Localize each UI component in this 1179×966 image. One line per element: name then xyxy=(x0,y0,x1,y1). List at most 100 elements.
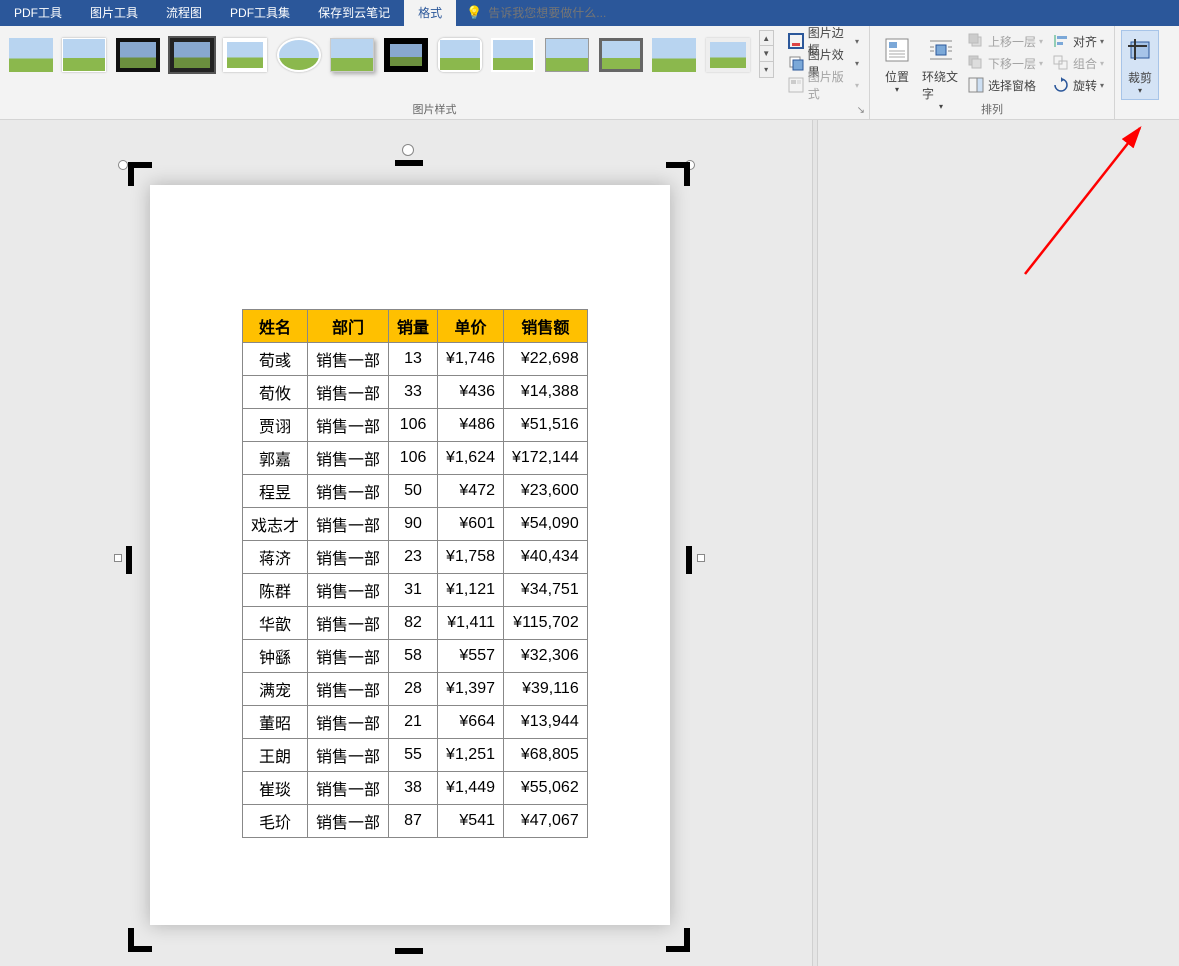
tab-pdf-toolset[interactable]: PDF工具集 xyxy=(216,0,304,26)
crop-side-top[interactable] xyxy=(395,160,423,166)
table-cell: 销售一部 xyxy=(308,607,389,640)
send-backward-button[interactable]: 下移一层 ▾ xyxy=(964,52,1047,74)
crop-button[interactable]: 裁剪 ▾ xyxy=(1121,30,1159,100)
table-cell: 销售一部 xyxy=(308,805,389,838)
tab-flowchart[interactable]: 流程图 xyxy=(152,0,216,26)
crop-corner-tl[interactable] xyxy=(128,162,152,186)
selection-handle-left[interactable] xyxy=(114,554,122,562)
tab-save-cloud-note[interactable]: 保存到云笔记 xyxy=(304,0,404,26)
table-cell: 销售一部 xyxy=(308,640,389,673)
table-row: 陈群销售一部31¥1,121¥34,751 xyxy=(243,574,588,607)
table-cell: 23 xyxy=(389,541,438,574)
table-cell: ¥115,702 xyxy=(503,607,587,640)
group-objects-button[interactable]: 组合 ▾ xyxy=(1049,52,1108,74)
rotate-button[interactable]: 旋转 ▾ xyxy=(1049,74,1108,96)
group-launcher-styles[interactable]: ↘ xyxy=(857,105,865,116)
style-thumb-11[interactable] xyxy=(542,30,592,80)
table-cell: 钟繇 xyxy=(243,640,308,673)
crop-corner-bl[interactable] xyxy=(128,928,152,952)
style-thumb-12[interactable] xyxy=(596,30,646,80)
table-cell: ¥1,758 xyxy=(438,541,504,574)
selection-pane-button[interactable]: 选择窗格 xyxy=(964,74,1047,96)
th-name: 姓名 xyxy=(243,310,308,343)
table-cell: 31 xyxy=(389,574,438,607)
rotate-handle[interactable] xyxy=(402,144,414,156)
align-button[interactable]: 对齐 ▾ xyxy=(1049,30,1108,52)
table-cell: ¥40,434 xyxy=(503,541,587,574)
th-qty: 销量 xyxy=(389,310,438,343)
th-price: 单价 xyxy=(438,310,504,343)
dropdown-icon: ▾ xyxy=(1039,59,1043,68)
picture-styles-gallery: ▲ ▼ ▾ 图片边框 ▾ 图片效果 ▾ xyxy=(6,30,863,96)
table-cell: ¥172,144 xyxy=(503,442,587,475)
selection-handle-ml[interactable] xyxy=(118,160,128,170)
table-row: 贾诩销售一部106¥486¥51,516 xyxy=(243,409,588,442)
table-cell: 58 xyxy=(389,640,438,673)
crop-corner-tr[interactable] xyxy=(666,162,690,186)
bring-forward-label: 上移一层 xyxy=(988,33,1036,50)
table-row: 戏志才销售一部90¥601¥54,090 xyxy=(243,508,588,541)
dropdown-icon: ▾ xyxy=(855,37,859,46)
style-thumb-2[interactable] xyxy=(60,30,110,80)
tell-me-input[interactable] xyxy=(488,6,668,20)
style-thumb-6[interactable] xyxy=(274,30,324,80)
group-arrange: 位置 ▾ 环绕文字 ▾ 上移一层 ▾ 下移一层 ▾ xyxy=(870,26,1115,119)
rotate-label: 旋转 xyxy=(1073,77,1097,94)
crop-corner-br[interactable] xyxy=(666,928,690,952)
document-page[interactable]: 姓名 部门 销量 单价 销售额 荀彧销售一部13¥1,746¥22,698荀攸销… xyxy=(150,185,670,925)
tab-format[interactable]: 格式 xyxy=(404,0,456,26)
table-cell: ¥1,624 xyxy=(438,442,504,475)
gallery-more-button[interactable]: ▾ xyxy=(759,62,774,78)
tab-pdf-tools[interactable]: PDF工具 xyxy=(0,0,76,26)
panel-divider[interactable] xyxy=(812,120,818,966)
table-cell: ¥47,067 xyxy=(503,805,587,838)
table-row: 崔琰销售一部38¥1,449¥55,062 xyxy=(243,772,588,805)
table-cell: ¥1,121 xyxy=(438,574,504,607)
table-cell: ¥541 xyxy=(438,805,504,838)
dropdown-icon: ▾ xyxy=(855,59,859,68)
dropdown-icon: ▾ xyxy=(1100,37,1104,46)
table-cell: ¥54,090 xyxy=(503,508,587,541)
dropdown-icon: ▾ xyxy=(1100,59,1104,68)
style-thumb-3[interactable] xyxy=(113,30,163,80)
table-cell: 21 xyxy=(389,706,438,739)
crop-side-bottom[interactable] xyxy=(395,948,423,954)
table-cell: 销售一部 xyxy=(308,772,389,805)
table-cell: ¥436 xyxy=(438,376,504,409)
table-row: 王朗销售一部55¥1,251¥68,805 xyxy=(243,739,588,772)
tab-image-tools[interactable]: 图片工具 xyxy=(76,0,152,26)
table-cell: 销售一部 xyxy=(308,706,389,739)
table-cell: ¥51,516 xyxy=(503,409,587,442)
style-thumb-14[interactable] xyxy=(703,30,753,80)
menu-bar: PDF工具 图片工具 流程图 PDF工具集 保存到云笔记 格式 💡 xyxy=(0,0,1179,26)
th-sales: 销售额 xyxy=(503,310,587,343)
table-row: 满宠销售一部28¥1,397¥39,116 xyxy=(243,673,588,706)
crop-side-left[interactable] xyxy=(126,546,132,574)
dropdown-icon: ▾ xyxy=(895,85,899,94)
style-thumb-7[interactable] xyxy=(328,30,378,80)
tell-me-search[interactable]: 💡 xyxy=(466,5,668,21)
align-label: 对齐 xyxy=(1073,33,1097,50)
bring-forward-button[interactable]: 上移一层 ▾ xyxy=(964,30,1047,52)
table-row: 董昭销售一部21¥664¥13,944 xyxy=(243,706,588,739)
style-thumb-8[interactable] xyxy=(381,30,431,80)
position-label: 位置 xyxy=(885,68,909,85)
style-thumb-5[interactable] xyxy=(220,30,270,80)
selection-pane-label: 选择窗格 xyxy=(988,77,1036,94)
table-cell: ¥1,397 xyxy=(438,673,504,706)
picture-layout-button[interactable]: 图片版式 ▾ xyxy=(784,74,863,96)
selection-handle-right[interactable] xyxy=(697,554,705,562)
ribbon: ▲ ▼ ▾ 图片边框 ▾ 图片效果 ▾ xyxy=(0,26,1179,120)
table-cell: ¥34,751 xyxy=(503,574,587,607)
gallery-up-button[interactable]: ▲ xyxy=(759,30,774,46)
style-thumb-9[interactable] xyxy=(435,30,485,80)
group-crop: 裁剪 ▾ xyxy=(1115,26,1165,119)
table-cell: 销售一部 xyxy=(308,541,389,574)
crop-side-right[interactable] xyxy=(686,546,692,574)
gallery-down-button[interactable]: ▼ xyxy=(759,46,774,62)
table-cell: ¥39,116 xyxy=(503,673,587,706)
style-thumb-4[interactable] xyxy=(167,30,217,80)
style-thumb-1[interactable] xyxy=(6,30,56,80)
style-thumb-10[interactable] xyxy=(488,30,538,80)
style-thumb-13[interactable] xyxy=(649,30,699,80)
